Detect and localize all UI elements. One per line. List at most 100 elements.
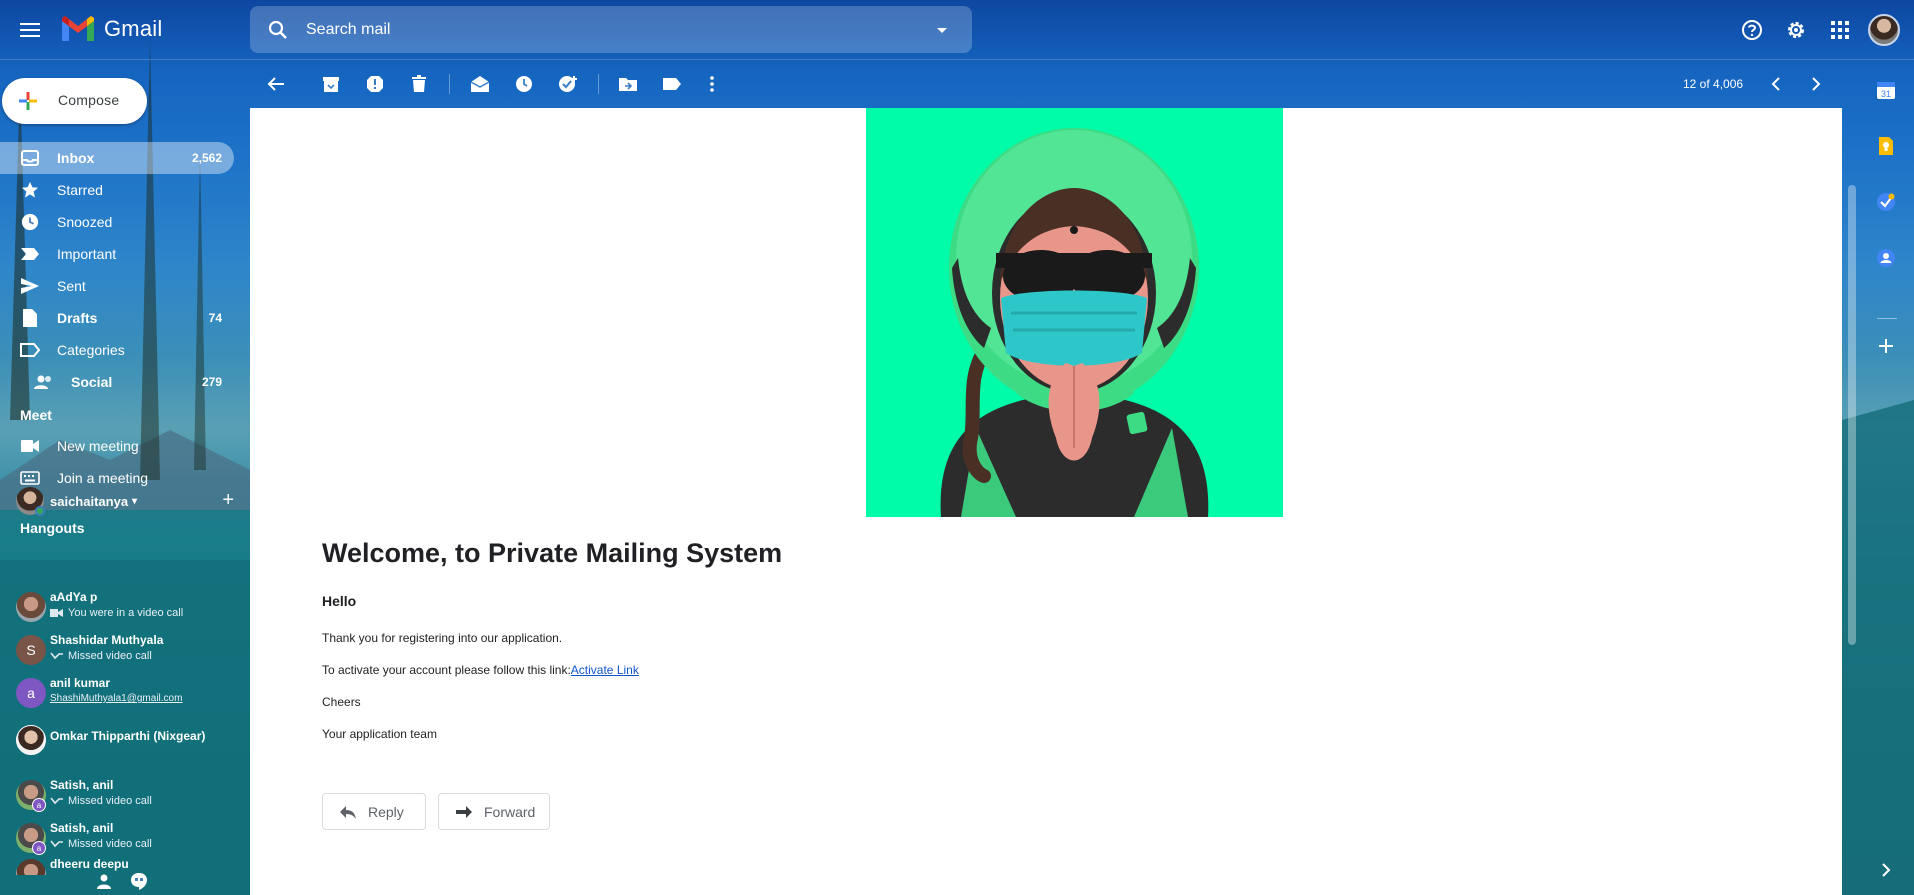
sidebar-item-categories[interactable]: Categories bbox=[0, 334, 234, 366]
support-button[interactable] bbox=[1730, 10, 1774, 50]
account-avatar[interactable] bbox=[1868, 14, 1900, 46]
sidebar-item-inbox[interactable]: Inbox 2,562 bbox=[0, 142, 234, 174]
gear-icon bbox=[1788, 22, 1804, 38]
avatar: a bbox=[16, 678, 46, 708]
contact-email: ShashiMuthyala1@gmail.com bbox=[50, 693, 183, 704]
label-icon bbox=[663, 78, 681, 90]
hangouts-contact[interactable]: aAdYa p You were in a video call bbox=[16, 588, 226, 628]
hangouts-button[interactable] bbox=[130, 872, 148, 895]
message-body: Welcome, to Private Mailing System Hello… bbox=[250, 108, 1842, 895]
email-paragraph: Cheers bbox=[322, 695, 361, 709]
settings-button[interactable] bbox=[1774, 10, 1818, 50]
chevron-down-icon: ▾ bbox=[132, 495, 138, 507]
email-paragraph: To activate your account please follow t… bbox=[322, 663, 571, 677]
welcome-illustration bbox=[866, 108, 1283, 517]
activate-link[interactable]: Activate Link bbox=[571, 663, 639, 677]
contact-status: Missed video call bbox=[50, 650, 152, 662]
contacts-button[interactable] bbox=[96, 873, 112, 894]
apps-button[interactable] bbox=[1818, 10, 1862, 50]
hangouts-contact[interactable]: S Shashidar Muthyala Missed video call bbox=[16, 631, 226, 671]
search-icon[interactable] bbox=[266, 18, 290, 42]
keep-button[interactable] bbox=[1872, 132, 1900, 160]
hangouts-contact[interactable]: a anil kumar ShashiMuthyala1@gmail.com bbox=[16, 674, 226, 714]
calendar-icon: 31 bbox=[1877, 82, 1895, 99]
contacts-icon bbox=[1877, 249, 1895, 267]
compose-label: Compose bbox=[58, 92, 120, 108]
add-chat-button[interactable]: + bbox=[222, 490, 234, 510]
new-meeting-button[interactable]: New meeting bbox=[0, 430, 234, 462]
hangouts-contact[interactable]: a Satish, anil Missed video call bbox=[16, 819, 226, 859]
email-heading: Welcome, to Private Mailing System bbox=[322, 538, 783, 568]
sidebar-item-sent[interactable]: Sent bbox=[0, 270, 234, 302]
contacts-panel-button[interactable] bbox=[1872, 244, 1900, 272]
hangouts-contact[interactable]: dheeru deepu bbox=[16, 855, 226, 875]
mark-unread-icon bbox=[470, 76, 490, 92]
contact-name: Shashidar Muthyala bbox=[50, 633, 164, 647]
newer-button[interactable] bbox=[1762, 70, 1790, 98]
missed-call-icon bbox=[50, 652, 63, 660]
older-button[interactable] bbox=[1802, 70, 1830, 98]
unread-count: 2,562 bbox=[191, 151, 222, 165]
search-input[interactable] bbox=[306, 16, 906, 44]
hangouts-contact[interactable]: a Satish, anil Missed video call bbox=[16, 776, 226, 816]
add-to-tasks-button[interactable] bbox=[554, 70, 582, 98]
sidebar-item-label: Social bbox=[71, 374, 113, 390]
add-task-icon bbox=[559, 76, 577, 92]
avatar: a bbox=[32, 798, 46, 812]
delete-button[interactable] bbox=[405, 70, 433, 98]
tasks-button[interactable] bbox=[1872, 188, 1900, 216]
report-spam-icon bbox=[367, 76, 383, 92]
more-vert-icon bbox=[710, 76, 714, 92]
sidebar-item-label: Inbox bbox=[57, 150, 95, 166]
snooze-button[interactable] bbox=[510, 70, 538, 98]
hangouts-user[interactable]: saichaitanya ▾ + bbox=[16, 484, 234, 518]
hangouts-contact[interactable]: Omkar Thipparthi (Nixgear) bbox=[16, 721, 226, 761]
sidebar-item-label: Categories bbox=[57, 342, 125, 358]
reply-button[interactable]: Reply bbox=[322, 793, 426, 830]
mark-unread-button[interactable] bbox=[466, 70, 494, 98]
search-options-icon[interactable] bbox=[932, 20, 952, 40]
reply-icon bbox=[340, 806, 356, 819]
forward-button[interactable]: Forward bbox=[438, 793, 550, 830]
chevron-right-icon bbox=[1882, 863, 1891, 877]
important-icon bbox=[20, 244, 40, 264]
sidebar: Compose Inbox 2,562 Starred Snoozed Impo… bbox=[0, 60, 250, 895]
sidebar-item-drafts[interactable]: Drafts 74 bbox=[0, 302, 234, 334]
plus-icon bbox=[19, 92, 37, 110]
gmail-m-icon bbox=[62, 16, 94, 41]
contact-status: Missed video call bbox=[50, 795, 152, 807]
contact-name: Satish, anil bbox=[50, 778, 114, 792]
tasks-icon bbox=[1877, 193, 1895, 211]
compose-button[interactable]: Compose bbox=[2, 78, 147, 124]
help-icon bbox=[1742, 20, 1762, 40]
draft-icon bbox=[20, 308, 40, 328]
sidebar-item-label: Drafts bbox=[57, 310, 98, 326]
hangouts-username: saichaitanya bbox=[50, 493, 129, 509]
report-spam-button[interactable] bbox=[361, 70, 389, 98]
email-paragraph: Thank you for registering into our appli… bbox=[322, 631, 563, 645]
app-name: Gmail bbox=[104, 16, 163, 41]
sidebar-item-starred[interactable]: Starred bbox=[0, 174, 234, 206]
toolbar-divider bbox=[449, 74, 450, 94]
hangouts-section-title: Hangouts bbox=[20, 520, 85, 536]
message-scrollbar[interactable] bbox=[1848, 185, 1856, 645]
svg-text:31: 31 bbox=[1881, 89, 1891, 99]
hide-side-panel-button[interactable] bbox=[1872, 856, 1900, 884]
sidebar-item-important[interactable]: Important bbox=[0, 238, 234, 270]
back-button[interactable] bbox=[262, 70, 290, 98]
labels-button[interactable] bbox=[658, 70, 686, 98]
inbox-icon bbox=[20, 148, 40, 168]
sidebar-item-snoozed[interactable]: Snoozed bbox=[0, 206, 234, 238]
move-to-button[interactable] bbox=[614, 70, 642, 98]
archive-button[interactable] bbox=[317, 70, 345, 98]
contact-name: aAdYa p bbox=[50, 590, 98, 604]
sidebar-item-social[interactable]: Social 279 bbox=[0, 366, 234, 398]
calendar-button[interactable]: 31 bbox=[1872, 76, 1900, 104]
avatar bbox=[16, 592, 46, 622]
gmail-logo[interactable]: Gmail bbox=[60, 12, 162, 46]
main-menu-button[interactable] bbox=[16, 16, 44, 44]
meet-section-title: Meet bbox=[20, 407, 52, 423]
more-options-button[interactable] bbox=[698, 70, 726, 98]
plus-icon bbox=[1879, 339, 1893, 353]
get-addons-button[interactable] bbox=[1872, 332, 1900, 360]
